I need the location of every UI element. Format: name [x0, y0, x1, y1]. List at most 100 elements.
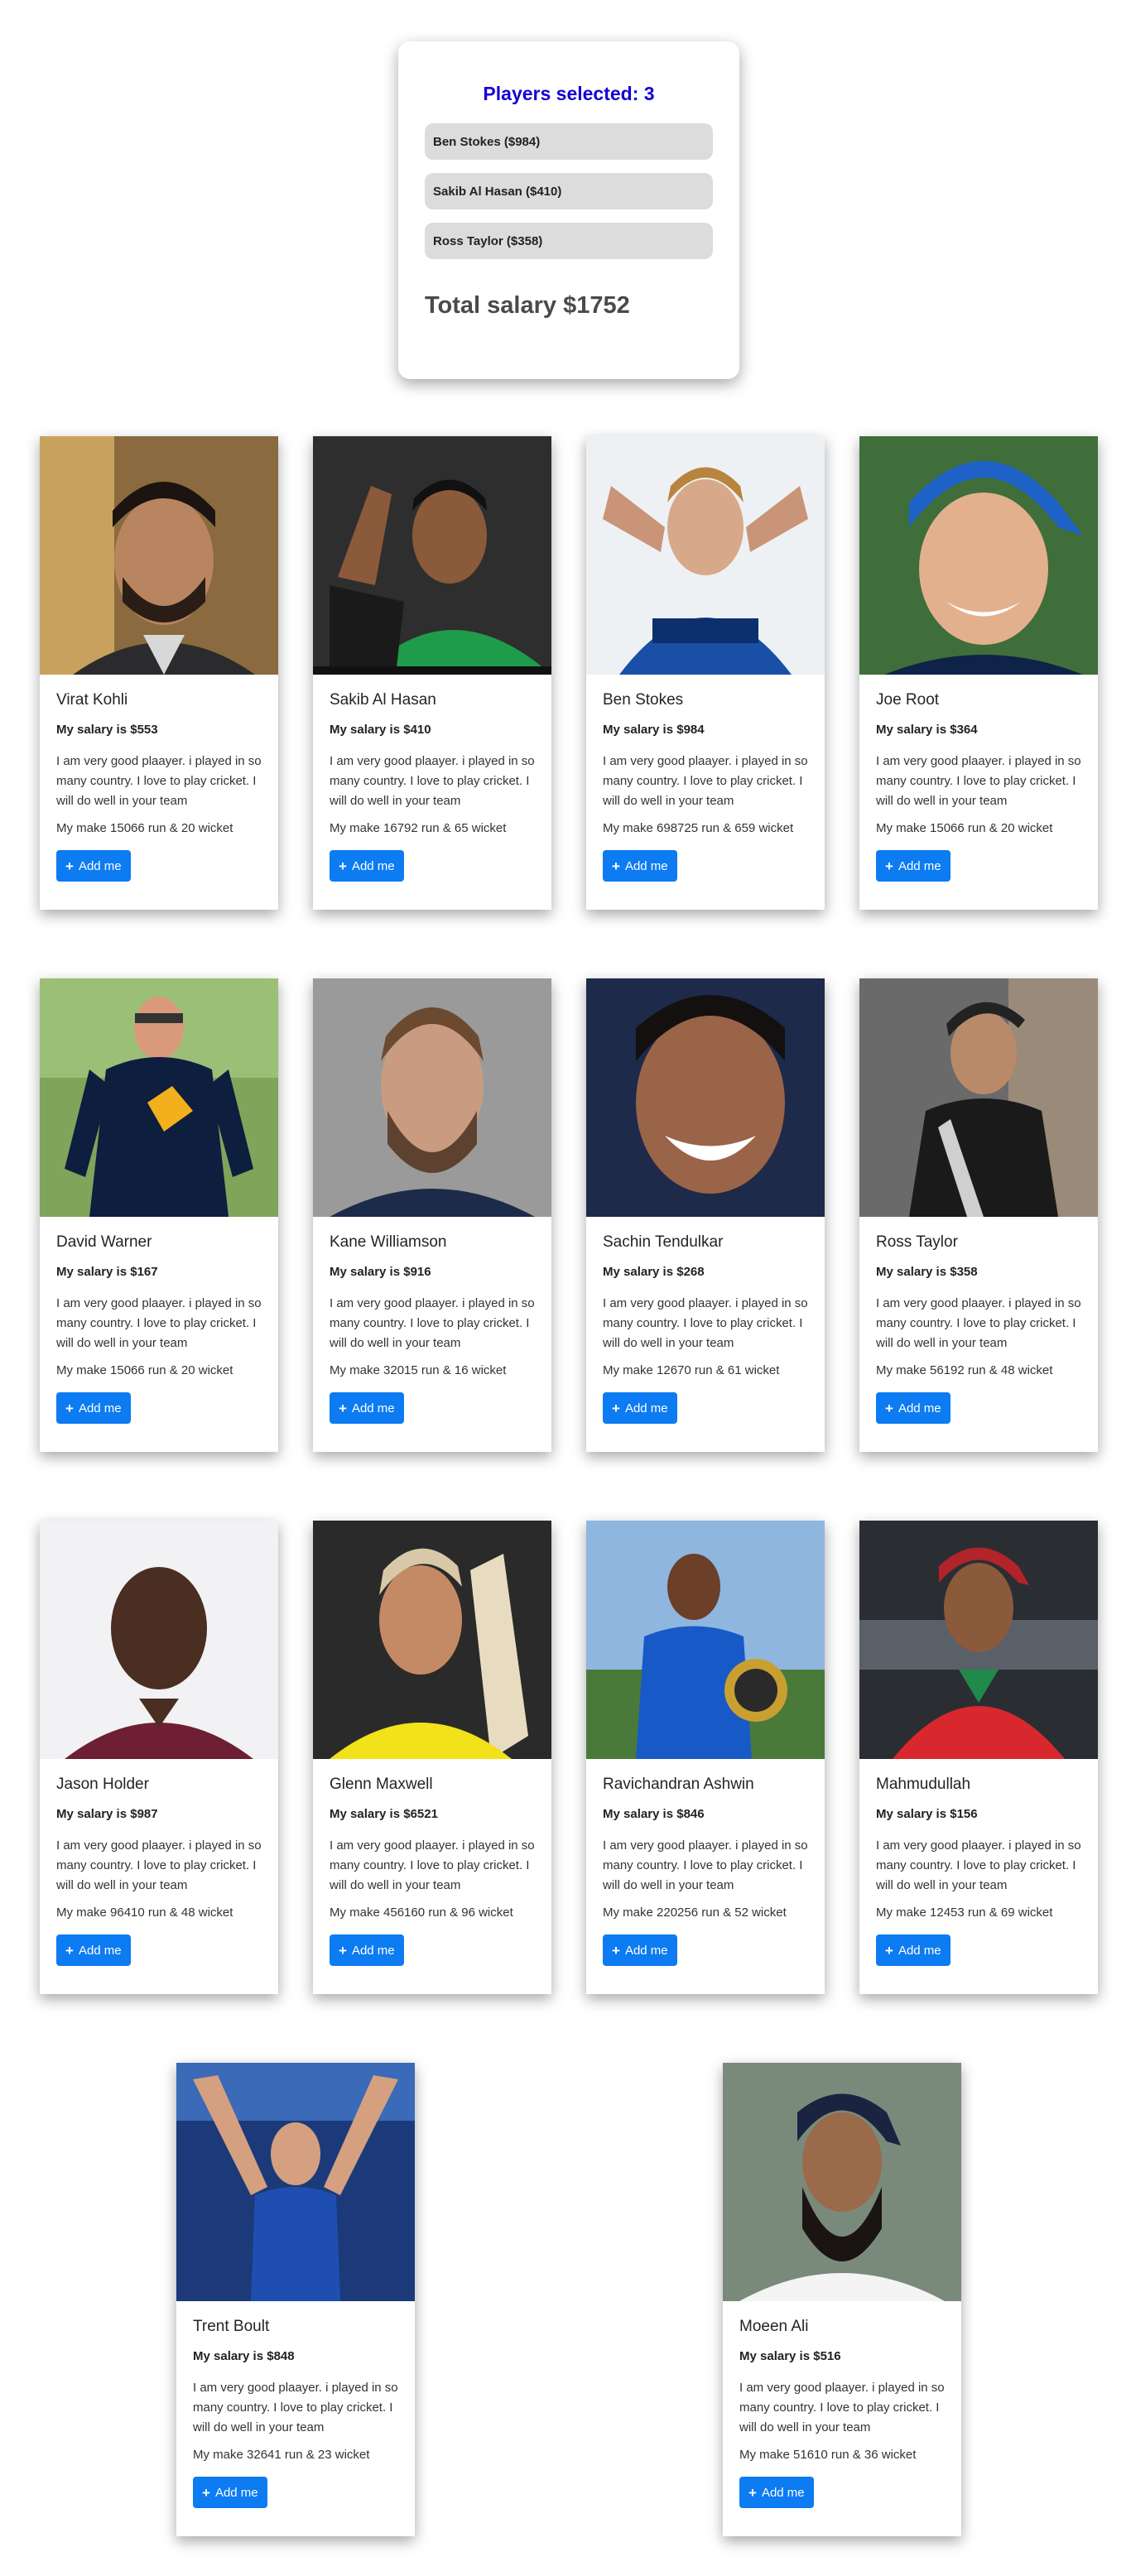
player-name: Mahmudullah: [876, 1776, 971, 1793]
add-me-button[interactable]: + Add me: [876, 850, 951, 882]
player-salary: My salary is $364: [876, 723, 978, 737]
plus-icon: +: [339, 1400, 347, 1416]
player-description: I am very good plaayer. i played in so m…: [56, 1296, 262, 1350]
player-photo: [723, 2063, 961, 2301]
player-salary: My salary is $916: [330, 1265, 431, 1279]
add-me-button[interactable]: + Add me: [193, 2477, 267, 2508]
player-name: Ben Stokes: [603, 691, 684, 709]
plus-icon: +: [202, 2484, 210, 2501]
add-me-button[interactable]: + Add me: [603, 850, 677, 882]
player-salary: My salary is $516: [739, 2349, 841, 2363]
player-name: Trent Boult: [193, 2318, 270, 2335]
player-card: Joe Root My salary is $364 I am very goo…: [859, 436, 1098, 910]
plus-icon: +: [65, 1942, 74, 1958]
player-card: Virat Kohli My salary is $553 I am very …: [40, 436, 278, 910]
player-name: Ross Taylor: [876, 1233, 958, 1251]
player-name: Kane Williamson: [330, 1233, 447, 1251]
player-card: Ben Stokes My salary is $984 I am very g…: [586, 436, 825, 910]
player-card: Ross Taylor My salary is $358 I am very …: [859, 978, 1098, 1452]
plus-icon: +: [339, 1942, 347, 1958]
player-description: I am very good plaayer. i played in so m…: [876, 1838, 1081, 1892]
plus-icon: +: [612, 1942, 620, 1958]
player-card: Jason Holder My salary is $987 I am very…: [40, 1521, 278, 1994]
player-photo: [586, 436, 825, 675]
player-description: I am very good plaayer. i played in so m…: [603, 1296, 808, 1350]
plus-icon: +: [612, 1400, 620, 1416]
player-description: I am very good plaayer. i played in so m…: [56, 1838, 262, 1892]
player-card: Mahmudullah My salary is $156 I am very …: [859, 1521, 1098, 1994]
plus-icon: +: [885, 1400, 893, 1416]
player-name: Glenn Maxwell: [330, 1776, 433, 1793]
player-photo: [313, 1521, 551, 1759]
player-stats: My make 698725 run & 659 wicket: [603, 821, 794, 835]
add-me-button[interactable]: + Add me: [56, 850, 131, 882]
player-salary: My salary is $848: [193, 2349, 295, 2363]
player-name: Jason Holder: [56, 1776, 149, 1793]
player-stats: My make 16792 run & 65 wicket: [330, 821, 507, 835]
player-salary: My salary is $156: [876, 1807, 978, 1821]
selected-player-item: Ben Stokes ($984): [425, 123, 713, 160]
add-me-button[interactable]: + Add me: [603, 1392, 677, 1424]
player-photo: [586, 1521, 825, 1759]
plus-icon: +: [339, 858, 347, 874]
add-me-button[interactable]: + Add me: [56, 1392, 131, 1424]
plus-icon: +: [748, 2484, 757, 2501]
player-card: Trent Boult My salary is $848 I am very …: [176, 2063, 415, 2536]
player-salary: My salary is $987: [56, 1807, 158, 1821]
player-description: I am very good plaayer. i played in so m…: [56, 754, 262, 808]
player-description: I am very good plaayer. i played in so m…: [876, 1296, 1081, 1350]
player-photo: [313, 436, 551, 675]
player-photo: [40, 978, 278, 1217]
add-me-button[interactable]: + Add me: [876, 1934, 951, 1966]
add-me-button[interactable]: + Add me: [330, 1934, 404, 1966]
player-salary: My salary is $984: [603, 723, 705, 737]
player-card: Glenn Maxwell My salary is $6521 I am ve…: [313, 1521, 551, 1994]
player-description: I am very good plaayer. i played in so m…: [603, 1838, 808, 1892]
player-photo: [859, 978, 1098, 1217]
selected-player-item: Sakib Al Hasan ($410): [425, 173, 713, 209]
add-me-button[interactable]: + Add me: [56, 1934, 131, 1966]
player-card: Sakib Al Hasan My salary is $410 I am ve…: [313, 436, 551, 910]
player-stats: My make 56192 run & 48 wicket: [876, 1363, 1053, 1377]
player-description: I am very good plaayer. i played in so m…: [330, 754, 535, 808]
player-photo: [859, 436, 1098, 675]
plus-icon: +: [65, 1400, 74, 1416]
player-description: I am very good plaayer. i played in so m…: [330, 1296, 535, 1350]
plus-icon: +: [885, 858, 893, 874]
player-stats: My make 32015 run & 16 wicket: [330, 1363, 507, 1377]
player-name: Virat Kohli: [56, 691, 128, 709]
add-me-button[interactable]: + Add me: [603, 1934, 677, 1966]
player-salary: My salary is $268: [603, 1265, 705, 1279]
plus-icon: +: [612, 858, 620, 874]
player-stats: My make 15066 run & 20 wicket: [56, 1363, 233, 1377]
player-card: Sachin Tendulkar My salary is $268 I am …: [586, 978, 825, 1452]
player-stats: My make 51610 run & 36 wicket: [739, 2448, 917, 2462]
add-me-button[interactable]: + Add me: [876, 1392, 951, 1424]
plus-icon: +: [885, 1942, 893, 1958]
player-photo: [40, 436, 278, 675]
player-name: Moeen Ali: [739, 2318, 809, 2335]
player-stats: My make 220256 run & 52 wicket: [603, 1906, 787, 1920]
player-card: Ravichandran Ashwin My salary is $846 I …: [586, 1521, 825, 1994]
player-description: I am very good plaayer. i played in so m…: [739, 2381, 945, 2434]
player-stats: My make 12670 run & 61 wicket: [603, 1363, 780, 1377]
add-me-button[interactable]: + Add me: [330, 1392, 404, 1424]
player-salary: My salary is $410: [330, 723, 431, 737]
player-salary: My salary is $846: [603, 1807, 705, 1821]
player-stats: My make 96410 run & 48 wicket: [56, 1906, 233, 1920]
player-photo: [313, 978, 551, 1217]
player-stats: My make 456160 run & 96 wicket: [330, 1906, 513, 1920]
player-stats: My make 12453 run & 69 wicket: [876, 1906, 1053, 1920]
player-stats: My make 15066 run & 20 wicket: [876, 821, 1053, 835]
player-name: Sachin Tendulkar: [603, 1233, 724, 1251]
player-name: David Warner: [56, 1233, 152, 1251]
player-card: Moeen Ali My salary is $516 I am very go…: [723, 2063, 961, 2536]
add-me-button[interactable]: + Add me: [739, 2477, 814, 2508]
player-salary: My salary is $6521: [330, 1807, 438, 1821]
selected-player-item: Ross Taylor ($358): [425, 223, 713, 259]
player-stats: My make 15066 run & 20 wicket: [56, 821, 233, 835]
add-me-button[interactable]: + Add me: [330, 850, 404, 882]
plus-icon: +: [65, 858, 74, 874]
player-salary: My salary is $553: [56, 723, 158, 737]
player-photo: [859, 1521, 1098, 1759]
